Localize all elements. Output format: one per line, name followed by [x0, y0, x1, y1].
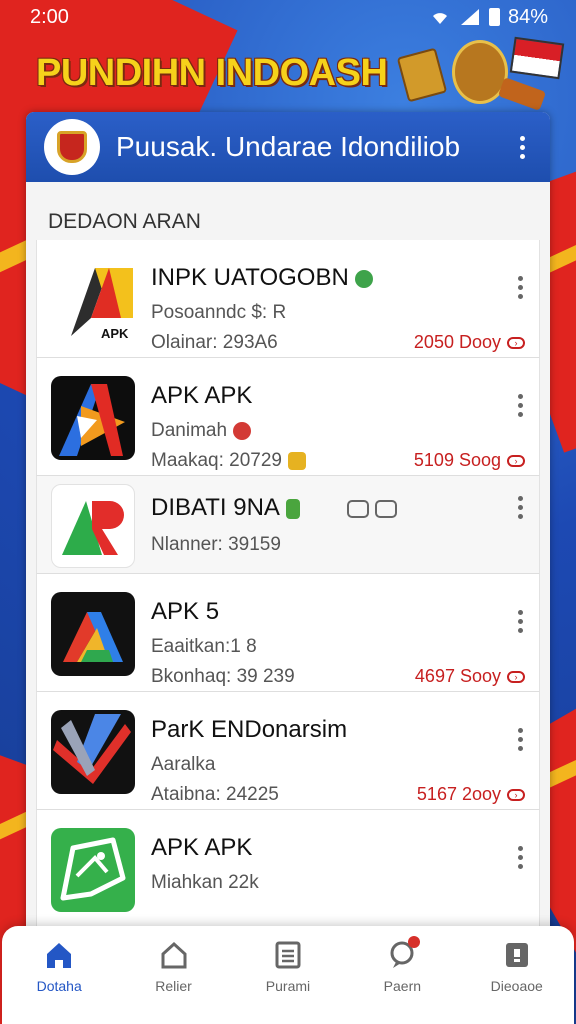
nav-purami[interactable]: Purami [238, 940, 338, 994]
download-icon: › [507, 454, 525, 467]
item-name: APK APK [151, 382, 253, 409]
list-item[interactable]: APK 5 Eaaitkan:1 8 Bkonhaq: 39 239 4697 … [36, 574, 540, 692]
notification-dot [408, 936, 421, 948]
item-subtitle: Eaaitkan:1 8 [151, 636, 257, 657]
item-subtitle: Posoanndc $: R [151, 302, 287, 323]
apk-x-red-icon [51, 710, 135, 794]
status-bar: 2:00 84% [0, 0, 576, 34]
store-badge-icon [346, 499, 369, 518]
app-card: Puusak. Undarae Idondiliob DEDAON ARAN A… [26, 112, 550, 1024]
list-icon [275, 941, 301, 969]
item-size-text: 5109 Soog [413, 450, 501, 470]
banner-title: PUNDIHN INDOASH [36, 52, 388, 94]
apk-icon-label: APK [101, 326, 129, 341]
store-badge-icon [374, 499, 397, 518]
nav-label: Paern [383, 978, 422, 994]
bottom-navigation: Dotaha Relier Purami Paern Dieoaoe [2, 926, 574, 1024]
verified-badge-icon [354, 269, 373, 288]
nav-label: Dotaha [36, 978, 82, 994]
item-subtitle: Miahkan 22k [151, 872, 259, 893]
list-item[interactable]: ParK ENDonarsim Aaralka Ataibna: 24225 5… [36, 692, 540, 810]
item-size[interactable]: 4697 Sooy › [415, 666, 525, 687]
nav-dieoaoe[interactable]: Dieoaoe [467, 940, 567, 994]
item-size-text: 2050 Dooy [413, 332, 501, 352]
item-meta: Olainar: 293A6 [151, 332, 278, 353]
item-name-text: DIBATI 9NA [151, 494, 280, 521]
item-name: APK 5 [151, 598, 220, 625]
apk-a-colorful-icon [51, 592, 135, 676]
nav-label: Purami [265, 978, 311, 994]
flag-icon [509, 36, 565, 80]
item-more-icon[interactable] [518, 496, 523, 519]
app-bar: Puusak. Undarae Idondiliob [26, 112, 550, 182]
app-title: Puusak. Undarae Idondiliob [116, 131, 461, 162]
nav-paern[interactable]: Paern [352, 936, 452, 994]
list-item[interactable]: APK APK Danimah Maakaq: 20729 5109 Soog › [36, 358, 540, 476]
item-size-text: 4697 Sooy [414, 666, 501, 686]
battery-icon [488, 8, 500, 26]
download-icon: › [507, 788, 525, 801]
signal-icon [460, 9, 479, 25]
nav-label: Relier [155, 978, 192, 994]
app-badge-icon [285, 498, 300, 519]
nav-home[interactable]: Dotaha [9, 940, 109, 994]
item-size[interactable]: 5109 Soog › [414, 450, 525, 471]
download-icon: › [507, 670, 525, 683]
store-badges [346, 499, 397, 518]
item-name: APK APK [151, 834, 253, 861]
apk-a-red-yellow-icon: APK [51, 258, 135, 342]
item-more-icon[interactable] [518, 728, 523, 751]
item-more-icon[interactable] [518, 276, 523, 299]
home-icon [47, 943, 72, 968]
nav-label: Dieoaoe [490, 978, 543, 994]
list-item[interactable]: DIBATI 9NA Nlanner: 39159 [36, 476, 540, 574]
item-size-text: 5167 2ooy [416, 784, 501, 804]
item-subtitle: Aaralka [151, 754, 216, 775]
emblem-logo [44, 119, 100, 175]
item-more-icon[interactable] [518, 610, 523, 633]
item-name-text: INPK UATOGOBN [151, 264, 349, 291]
item-meta-text: Maakaq: 20729 [151, 450, 282, 471]
house-outline-icon [161, 941, 187, 969]
list-item[interactable]: APK INPK UATOGOBN Posoanndc $: R Olainar… [36, 240, 540, 358]
item-meta: Bkonhaq: 39 239 [151, 666, 295, 687]
status-time: 2:00 [30, 5, 69, 28]
item-name: DIBATI 9NA [151, 494, 397, 522]
apk-green-bubble-icon [51, 828, 135, 912]
profile-card-icon [505, 943, 528, 967]
item-meta: Nlanner: 39159 [151, 534, 281, 555]
download-icon: › [507, 336, 525, 349]
item-size[interactable]: 5167 2ooy › [417, 784, 525, 805]
apk-a-flame-icon [51, 376, 135, 460]
section-header: DEDAON ARAN [48, 210, 201, 233]
item-subtitle-text: Danimah [151, 420, 228, 441]
more-menu-icon[interactable] [512, 135, 532, 159]
apk-list: APK INPK UATOGOBN Posoanndc $: R Olainar… [26, 240, 550, 928]
nav-relier[interactable]: Relier [124, 940, 224, 994]
item-subtitle: Danimah [151, 420, 252, 442]
item-meta: Maakaq: 20729 [151, 450, 306, 472]
ap-green-red-icon [51, 484, 135, 568]
item-meta: Ataibna: 24225 [151, 784, 279, 805]
shield-badge-icon [288, 451, 306, 470]
item-more-icon[interactable] [518, 846, 523, 869]
battery-percent: 84% [507, 5, 548, 28]
alert-badge-icon [233, 421, 252, 440]
item-name: INPK UATOGOBN [151, 264, 373, 292]
list-item[interactable]: APK APK Miahkan 22k [36, 810, 540, 928]
item-more-icon[interactable] [518, 394, 523, 417]
item-name: ParK ENDonarsim [151, 716, 348, 743]
wifi-icon [432, 13, 447, 24]
item-size[interactable]: 2050 Dooy › [414, 332, 525, 353]
